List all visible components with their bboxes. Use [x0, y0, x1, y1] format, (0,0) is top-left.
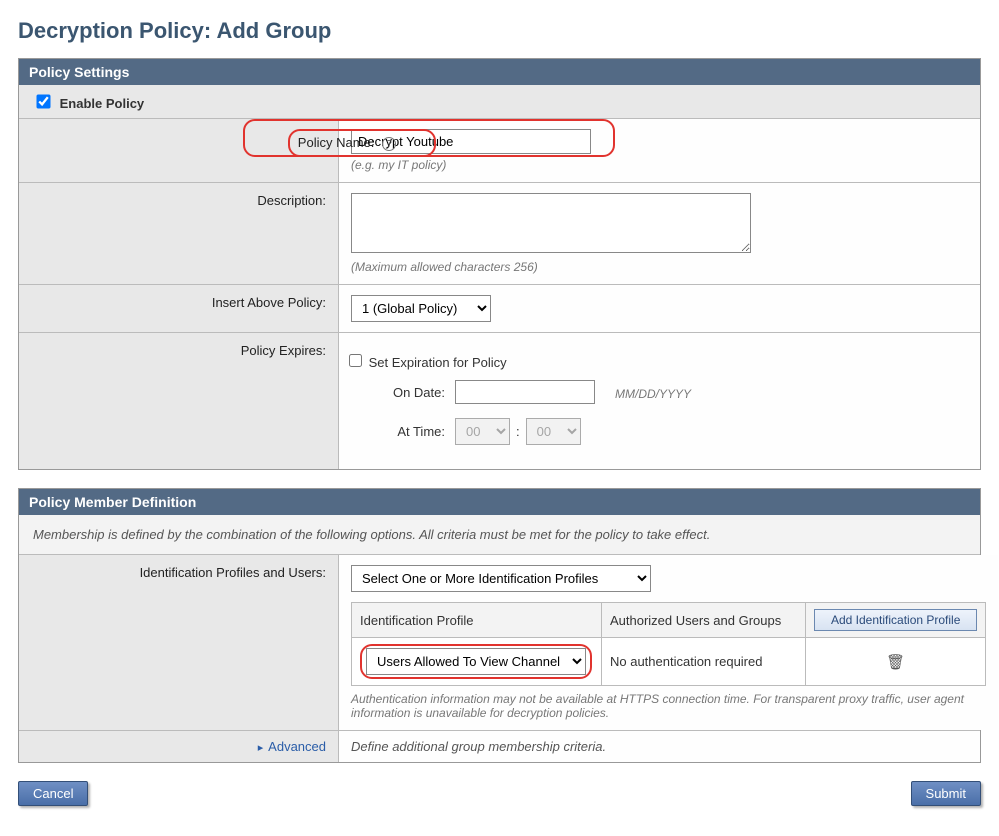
table-row: Users Allowed To View Channel No authent… — [352, 638, 986, 686]
member-note: Membership is defined by the combination… — [19, 515, 980, 555]
enable-policy-row: Enable Policy — [19, 85, 980, 119]
id-profiles-row: Identification Profiles and Users: Selec… — [19, 555, 980, 731]
time-hour-select[interactable]: 00 — [455, 418, 510, 445]
id-profile-highlight: Users Allowed To View Channel — [360, 644, 592, 679]
button-row: Cancel Submit — [18, 781, 981, 806]
col-profile-header: Identification Profile — [352, 603, 602, 638]
col-users-header: Authorized Users and Groups — [601, 603, 805, 638]
id-profiles-table: Identification Profile Authorized Users … — [351, 602, 986, 686]
at-time-label: At Time: — [375, 424, 445, 439]
add-identification-profile-button[interactable]: Add Identification Profile — [814, 609, 977, 631]
description-label: Description: — [19, 183, 339, 284]
policy-settings-header: Policy Settings — [19, 59, 980, 85]
row-users-text: No authentication required — [601, 638, 805, 686]
description-hint: (Maximum allowed characters 256) — [351, 260, 968, 274]
enable-policy-label: Enable Policy — [60, 96, 145, 111]
set-expiration-label: Set Expiration for Policy — [369, 355, 507, 370]
time-min-select[interactable]: 00 — [526, 418, 581, 445]
cancel-button[interactable]: Cancel — [18, 781, 88, 806]
description-row: Description: (Maximum allowed characters… — [19, 183, 980, 285]
on-date-label: On Date: — [375, 385, 445, 400]
policy-name-highlight: Policy Name: ? — [288, 129, 436, 157]
policy-name-label: Policy Name: — [298, 135, 375, 150]
policy-settings-panel: Policy Settings Enable Policy Policy Nam… — [18, 58, 981, 470]
policy-member-panel: Policy Member Definition Membership is d… — [18, 488, 981, 763]
advanced-row: ▸ Advanced Define additional group membe… — [19, 731, 980, 762]
on-date-input[interactable] — [455, 380, 595, 404]
insert-above-row: Insert Above Policy: 1 (Global Policy) — [19, 285, 980, 333]
auth-note: Authentication information may not be av… — [351, 692, 986, 720]
advanced-link[interactable]: Advanced — [268, 739, 326, 754]
insert-above-label: Insert Above Policy: — [19, 285, 339, 332]
policy-expires-label: Policy Expires: — [19, 333, 339, 469]
policy-name-row: Policy Name: ? (e.g. my IT policy) — [19, 119, 980, 183]
id-profile-row-select[interactable]: Users Allowed To View Channel — [366, 648, 586, 675]
chevron-right-icon: ▸ — [258, 742, 264, 754]
advanced-text: Define additional group membership crite… — [339, 731, 980, 762]
help-icon[interactable]: ? — [382, 137, 396, 151]
id-profiles-select[interactable]: Select One or More Identification Profil… — [351, 565, 651, 592]
enable-policy-checkbox[interactable] — [36, 94, 50, 108]
trash-icon[interactable]: 🗑 — [814, 653, 977, 671]
policy-name-hint: (e.g. my IT policy) — [351, 158, 968, 172]
policy-expires-row: Policy Expires: Set Expiration for Polic… — [19, 333, 980, 469]
submit-button[interactable]: Submit — [911, 781, 981, 806]
on-date-placeholder: MM/DD/YYYY — [615, 387, 691, 401]
set-expiration-checkbox[interactable] — [349, 354, 362, 367]
page-title: Decryption Policy: Add Group — [18, 18, 981, 44]
policy-member-header: Policy Member Definition — [19, 489, 980, 515]
id-profiles-label: Identification Profiles and Users: — [19, 555, 339, 730]
insert-above-select[interactable]: 1 (Global Policy) — [351, 295, 491, 322]
description-textarea[interactable] — [351, 193, 751, 253]
